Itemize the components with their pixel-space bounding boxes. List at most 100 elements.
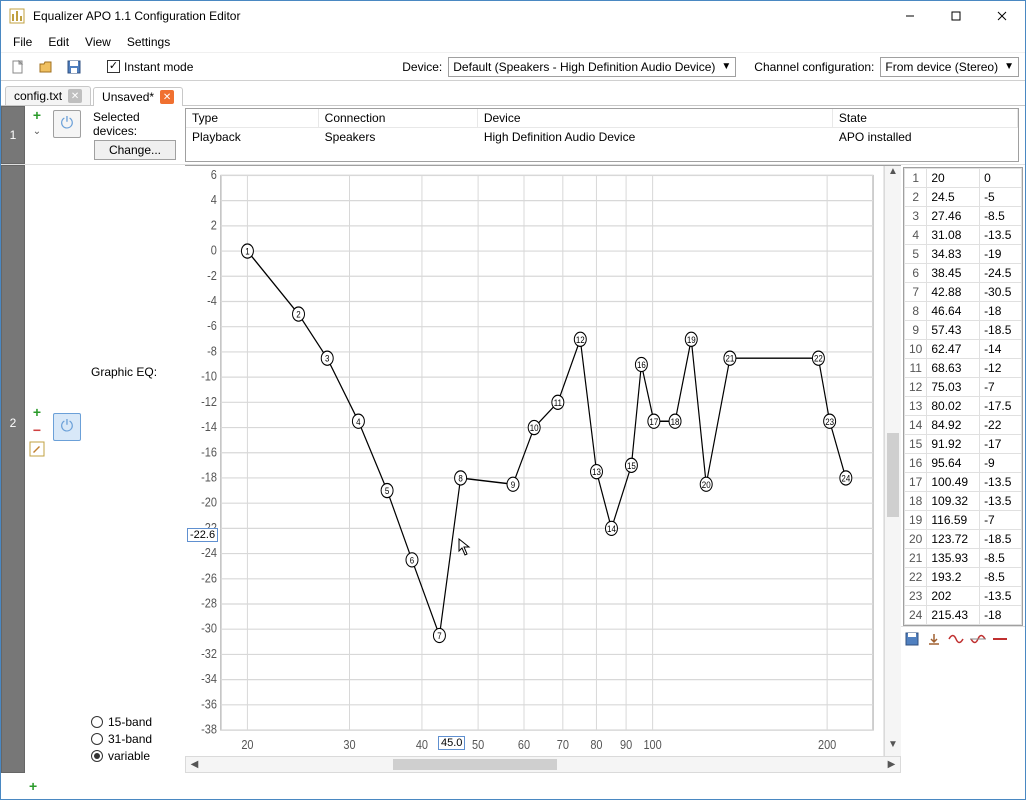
maximize-button[interactable] [933, 1, 979, 31]
tab-close-icon[interactable]: ✕ [160, 90, 174, 104]
svg-text:2: 2 [296, 309, 301, 320]
file-tabs: config.txt✕ Unsaved* ✕ [1, 81, 1025, 106]
table-row[interactable]: 19116.59-7 [905, 511, 1022, 530]
svg-text:-26: -26 [201, 570, 217, 585]
menu-bar: File Edit View Settings [1, 31, 1025, 53]
svg-text:11: 11 [554, 397, 562, 408]
svg-text:9: 9 [511, 479, 516, 490]
chancfg-combo[interactable]: From device (Stereo)▼ [880, 57, 1019, 77]
table-row[interactable]: 1275.03-7 [905, 378, 1022, 397]
add-filter-icon[interactable]: + [33, 108, 41, 122]
col-state[interactable]: State [832, 109, 1017, 128]
svg-text:0: 0 [211, 243, 217, 258]
col-type[interactable]: Type [186, 109, 318, 128]
table-row[interactable]: 1695.64-9 [905, 454, 1022, 473]
col-conn[interactable]: Connection [318, 109, 477, 128]
col-device[interactable]: Device [477, 109, 832, 128]
svg-text:50: 50 [472, 737, 484, 752]
svg-text:23: 23 [825, 416, 834, 427]
reset-icon[interactable] [991, 630, 1009, 648]
normalize-icon[interactable] [969, 630, 987, 648]
import-icon[interactable] [925, 630, 943, 648]
table-row[interactable]: 1591.92-17 [905, 435, 1022, 454]
table-row[interactable]: 1062.47-14 [905, 340, 1022, 359]
svg-text:17: 17 [649, 416, 658, 427]
new-file-button[interactable] [7, 56, 29, 78]
svg-text:-24: -24 [201, 545, 217, 560]
svg-text:200: 200 [818, 737, 837, 752]
edit-icon[interactable] [29, 441, 45, 457]
tab-unsaved[interactable]: Unsaved* ✕ [93, 87, 183, 106]
eq-chart[interactable]: 1234567891011121314151617181920212223246… [185, 166, 884, 756]
svg-text:5: 5 [385, 485, 390, 496]
menu-edit[interactable]: Edit [40, 33, 77, 51]
svg-text:15: 15 [627, 460, 636, 471]
svg-text:-10: -10 [201, 369, 217, 384]
row-number[interactable]: 2 [1, 165, 25, 773]
table-row[interactable]: 1168.63-12 [905, 359, 1022, 378]
table-row[interactable]: 638.45-24.5 [905, 264, 1022, 283]
table-row[interactable]: Playback Speakers High Definition Audio … [186, 128, 1018, 147]
svg-text:-30: -30 [201, 621, 217, 636]
tab-config[interactable]: config.txt✕ [5, 86, 91, 105]
menu-file[interactable]: File [5, 33, 40, 51]
table-row[interactable]: 17100.49-13.5 [905, 473, 1022, 492]
close-button[interactable] [979, 1, 1025, 31]
menu-view[interactable]: View [77, 33, 119, 51]
open-file-button[interactable] [35, 56, 57, 78]
table-row[interactable]: 1380.02-17.5 [905, 397, 1022, 416]
menu-settings[interactable]: Settings [119, 33, 178, 51]
power-button[interactable]: ⏻ [53, 413, 81, 441]
vertical-scrollbar[interactable]: ▲▼ [884, 166, 901, 756]
svg-text:24: 24 [841, 473, 850, 484]
svg-text:10: 10 [530, 422, 539, 433]
chancfg-label: Channel configuration: [754, 60, 874, 74]
chevron-down-icon[interactable]: ⌄ [33, 126, 41, 137]
table-row[interactable]: 21135.93-8.5 [905, 549, 1022, 568]
table-row[interactable]: 534.83-19 [905, 245, 1022, 264]
svg-text:-28: -28 [201, 596, 217, 611]
remove-filter-icon[interactable]: − [33, 423, 41, 437]
table-row[interactable]: 18109.32-13.5 [905, 492, 1022, 511]
horizontal-scrollbar[interactable]: ◀▶ [185, 756, 901, 773]
add-filter-icon[interactable]: + [33, 405, 41, 419]
row-number[interactable]: 1 [1, 106, 25, 164]
table-row[interactable]: 22193.2-8.5 [905, 568, 1022, 587]
table-row[interactable]: 224.5-5 [905, 188, 1022, 207]
power-button[interactable]: ⏻ [53, 110, 81, 138]
tab-close-icon[interactable]: ✕ [68, 89, 82, 103]
instant-mode-checkbox[interactable]: Instant mode [107, 60, 193, 74]
minimize-button[interactable] [887, 1, 933, 31]
change-button[interactable]: Change... [94, 140, 176, 160]
table-row[interactable]: 24215.43-18 [905, 606, 1022, 625]
table-row[interactable]: 23202-13.5 [905, 587, 1022, 606]
svg-text:6: 6 [211, 167, 217, 182]
radio-variable[interactable]: variable [91, 749, 179, 763]
svg-text:22: 22 [814, 353, 823, 364]
table-row[interactable]: 20123.72-18.5 [905, 530, 1022, 549]
tab-label: Unsaved* [102, 90, 154, 104]
save-file-button[interactable] [63, 56, 85, 78]
points-table[interactable]: 1200224.5-5327.46-8.5431.08-13.5534.83-1… [903, 167, 1023, 626]
table-row[interactable]: 957.43-18.5 [905, 321, 1022, 340]
table-row[interactable]: 327.46-8.5 [905, 207, 1022, 226]
table-row[interactable]: 1484.92-22 [905, 416, 1022, 435]
table-row[interactable]: 742.88-30.5 [905, 283, 1022, 302]
save-icon[interactable] [903, 630, 921, 648]
add-row-icon[interactable]: + [29, 779, 37, 793]
svg-text:3: 3 [325, 353, 330, 364]
table-row[interactable]: 1200 [905, 169, 1022, 188]
svg-text:-32: -32 [201, 646, 217, 661]
radio-31band[interactable]: 31-band [91, 732, 179, 746]
radio-15band[interactable]: 15-band [91, 715, 179, 729]
device-combo[interactable]: Default (Speakers - High Definition Audi… [448, 57, 736, 77]
table-row[interactable]: 846.64-18 [905, 302, 1022, 321]
svg-text:6: 6 [410, 555, 415, 566]
svg-text:90: 90 [620, 737, 632, 752]
svg-text:-18: -18 [201, 470, 217, 485]
table-row[interactable]: 431.08-13.5 [905, 226, 1022, 245]
invert-icon[interactable] [947, 630, 965, 648]
toolbar: Instant mode Device: Default (Speakers -… [1, 53, 1025, 81]
svg-text:-2: -2 [207, 268, 217, 283]
svg-text:19: 19 [687, 334, 696, 345]
